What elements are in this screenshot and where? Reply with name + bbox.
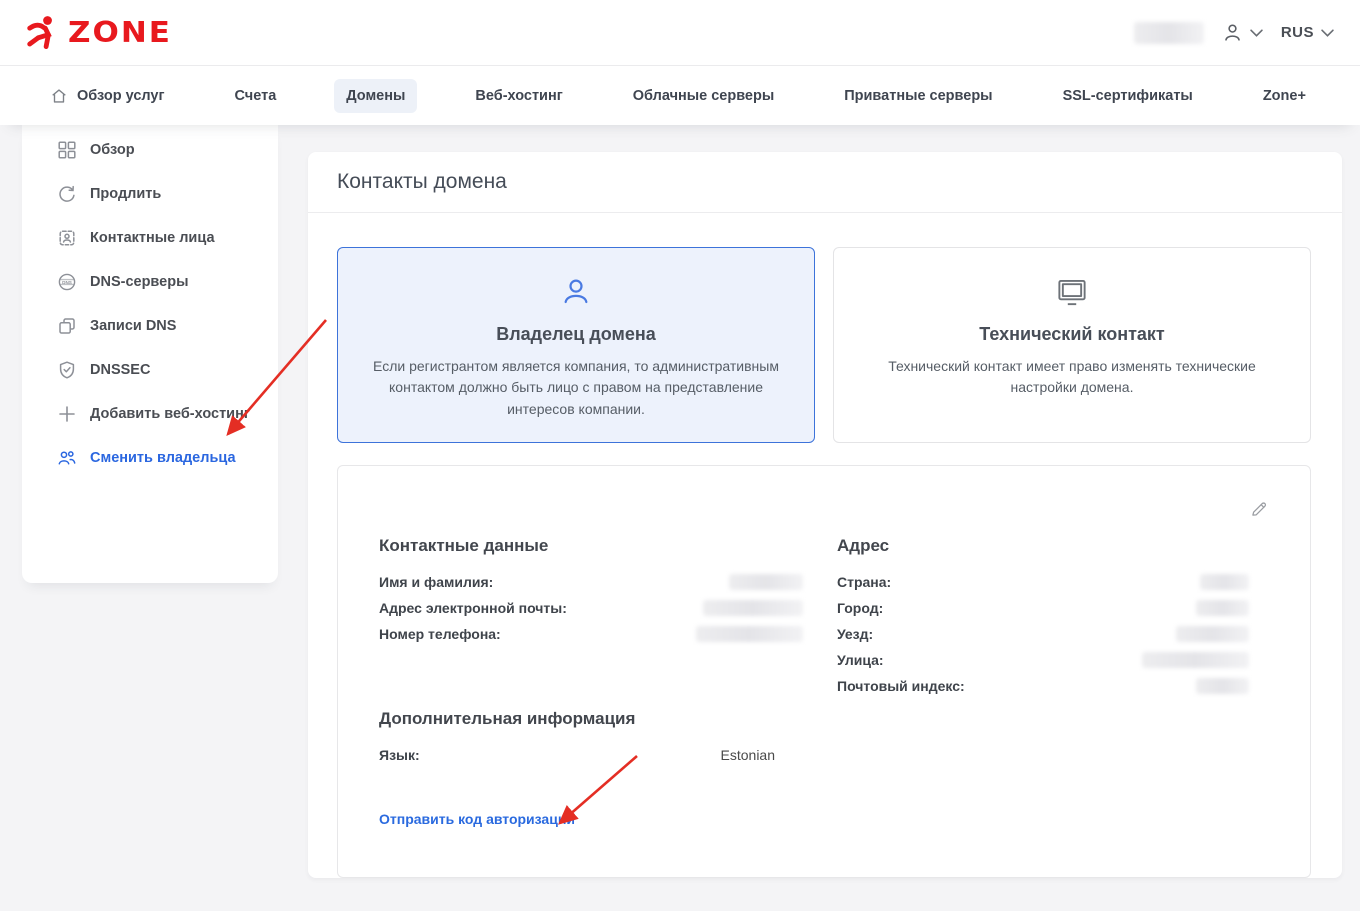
redacted-value bbox=[1142, 652, 1249, 668]
contact-row-name: Имя и фамилия: bbox=[379, 569, 803, 595]
language-value: Estonian bbox=[721, 747, 775, 763]
language-selector[interactable]: RUS bbox=[1281, 24, 1334, 41]
svg-text:DNS: DNS bbox=[62, 280, 72, 285]
person-icon bbox=[364, 275, 788, 311]
brand-wordmark: ZONE bbox=[68, 16, 172, 49]
owner-card-description: Если регистрантом является компания, то … bbox=[364, 356, 788, 420]
redacted-value bbox=[729, 574, 803, 590]
contact-data-section-title: Контактные данные bbox=[379, 536, 803, 556]
users-icon bbox=[57, 448, 77, 468]
sidebar-item-overview[interactable]: Обзор bbox=[22, 128, 278, 172]
nav-item-webhosting[interactable]: Веб-хостинг bbox=[463, 79, 574, 113]
renew-icon bbox=[57, 184, 77, 204]
nav-item-domains[interactable]: Домены bbox=[334, 79, 417, 113]
domain-sidebar: Обзор Продлить Контактные лица DNS bbox=[22, 125, 278, 583]
language-label: RUS bbox=[1281, 24, 1314, 41]
grid-icon bbox=[57, 140, 77, 160]
user-icon bbox=[1222, 22, 1243, 43]
shield-check-icon bbox=[57, 360, 77, 380]
chevron-down-icon bbox=[1321, 29, 1334, 37]
dns-globe-icon: DNS bbox=[57, 272, 77, 292]
address-row-street: Улица: bbox=[837, 647, 1249, 673]
contact-row-phone: Номер телефона: bbox=[379, 621, 803, 647]
sidebar-item-contact-persons[interactable]: Контактные лица bbox=[22, 216, 278, 260]
edit-pencil-icon[interactable] bbox=[1250, 500, 1268, 523]
domain-contacts-card: Контакты домена Владелец домена Если рег… bbox=[308, 152, 1342, 878]
redacted-value bbox=[1176, 626, 1249, 642]
address-section-title: Адрес bbox=[837, 536, 1249, 556]
owner-card-title: Владелец домена bbox=[364, 324, 788, 345]
address-row-postal-code: Почтовый индекс: bbox=[837, 673, 1249, 699]
sidebar-item-dns-servers[interactable]: DNS DNS-серверы bbox=[22, 260, 278, 304]
sidebar-item-renew[interactable]: Продлить bbox=[22, 172, 278, 216]
nav-item-private-servers[interactable]: Приватные серверы bbox=[832, 79, 1004, 113]
runner-logo-icon bbox=[26, 13, 60, 53]
nav-item-ssl-certificates[interactable]: SSL-сертификаты bbox=[1051, 79, 1205, 113]
redacted-value bbox=[1196, 600, 1249, 616]
nav-item-cloud-servers[interactable]: Облачные серверы bbox=[621, 79, 786, 113]
user-menu[interactable] bbox=[1222, 22, 1263, 43]
plus-icon bbox=[57, 404, 77, 424]
nav-item-invoices[interactable]: Счета bbox=[223, 79, 289, 113]
redacted-value bbox=[1196, 678, 1249, 694]
technical-card-description: Технический контакт имеет право изменять… bbox=[860, 356, 1284, 399]
main-nav: Обзор услуг Счета Домены Веб-хостинг Обл… bbox=[0, 66, 1360, 125]
address-row-county: Уезд: bbox=[837, 621, 1249, 647]
owner-contact-card[interactable]: Владелец домена Если регистрантом являет… bbox=[337, 247, 815, 443]
redacted-value bbox=[696, 626, 803, 642]
address-row-city: Город: bbox=[837, 595, 1249, 621]
monitor-icon bbox=[860, 275, 1284, 311]
sidebar-item-change-owner[interactable]: Сменить владельца bbox=[22, 436, 278, 480]
additional-info-section-title: Дополнительная информация bbox=[379, 709, 803, 729]
contact-details-panel: Контактные данные Имя и фамилия: Адрес э… bbox=[337, 465, 1311, 878]
technical-card-title: Технический контакт bbox=[860, 324, 1284, 345]
sidebar-item-dnssec[interactable]: DNSSEC bbox=[22, 348, 278, 392]
sidebar-item-add-webhosting[interactable]: Добавить веб-хостинг bbox=[22, 392, 278, 436]
zone-logo[interactable]: ZONE bbox=[26, 13, 172, 53]
nav-item-zone-plus[interactable]: Zone+ bbox=[1251, 79, 1318, 113]
page-title: Контакты домена bbox=[308, 152, 1342, 213]
user-name-redacted bbox=[1134, 22, 1204, 44]
nav-item-services-overview[interactable]: Обзор услуг bbox=[38, 78, 177, 114]
sidebar-item-dns-records[interactable]: Записи DNS bbox=[22, 304, 278, 348]
technical-contact-card[interactable]: Технический контакт Технический контакт … bbox=[833, 247, 1311, 443]
contact-row-email: Адрес электронной почты: bbox=[379, 595, 803, 621]
redacted-value bbox=[703, 600, 803, 616]
copy-icon bbox=[57, 316, 77, 336]
home-icon bbox=[50, 87, 68, 105]
contact-card-icon bbox=[57, 228, 77, 248]
additional-row-language: Язык: Estonian bbox=[379, 742, 803, 768]
send-auth-code-link[interactable]: Отправить код авторизации bbox=[379, 811, 575, 827]
redacted-value bbox=[1200, 574, 1249, 590]
address-row-country: Страна: bbox=[837, 569, 1249, 595]
chevron-down-icon bbox=[1250, 29, 1263, 37]
top-header: ZONE RUS bbox=[0, 0, 1360, 66]
